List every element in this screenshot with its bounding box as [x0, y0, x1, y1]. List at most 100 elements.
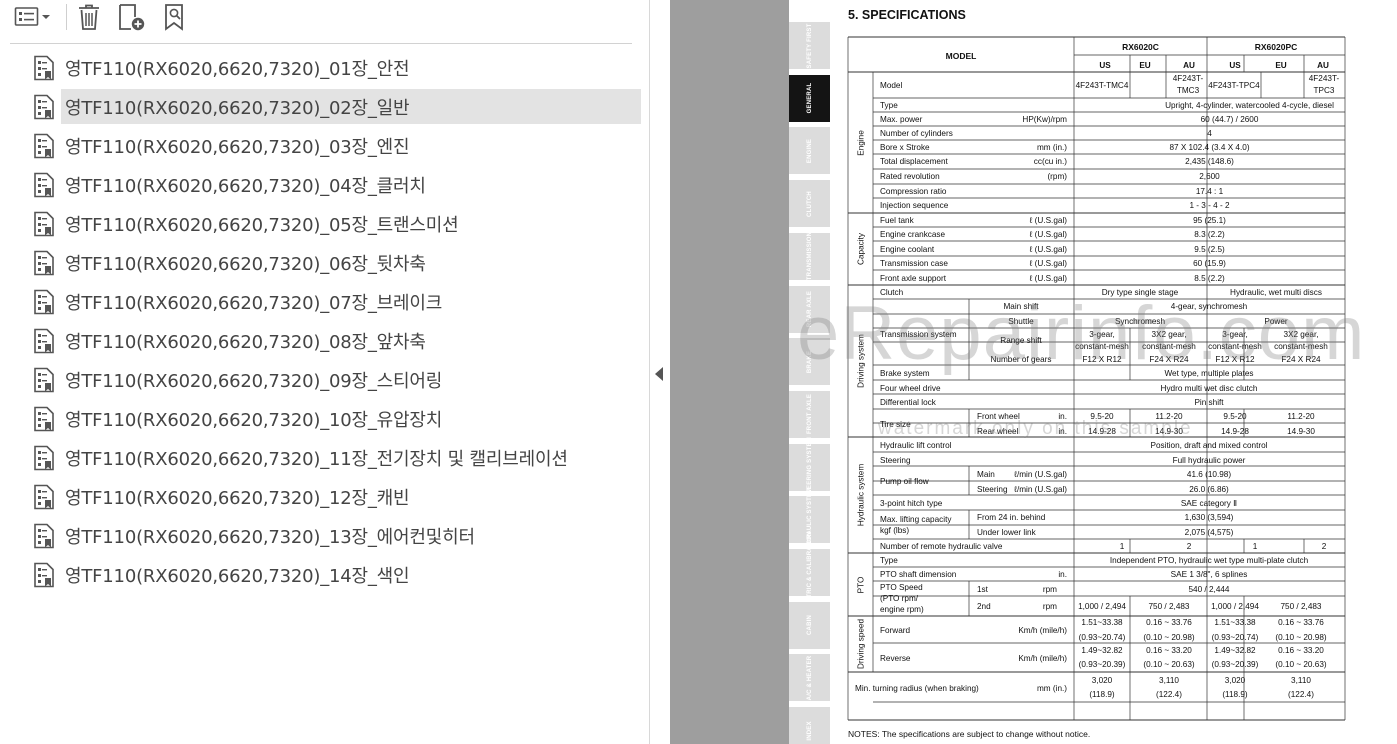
bookmark-item[interactable]: 영TF110(RX6020,6620,7320)_06장_뒷차축 — [30, 245, 641, 280]
table-cell-text: Engine coolant — [880, 245, 935, 254]
bookmark-page-icon — [34, 367, 54, 392]
table-cell-text: Pump oil flow — [880, 477, 929, 486]
table-cell-text: rpm — [1043, 602, 1057, 611]
table-cell-text: 9.5-20 — [1223, 412, 1247, 421]
bookmark-label: 영TF110(RX6020,6620,7320)_03장_엔진 — [65, 136, 410, 158]
bookmark-label: 영TF110(RX6020,6620,7320)_07장_브레이크 — [65, 292, 443, 314]
table-cell-text: Engine crankcase — [880, 230, 946, 239]
table-cell-text: From 24 in. behind — [977, 513, 1046, 522]
table-cell-text: ℓ (U.S.gal) — [1029, 259, 1067, 268]
bookmark-label: 영TF110(RX6020,6620,7320)_04장_클러치 — [65, 175, 426, 197]
bookmark-item[interactable]: 영TF110(RX6020,6620,7320)_01장_안전 — [30, 50, 641, 85]
table-cell-text: 1,630 (3,594) — [1185, 513, 1234, 522]
table-cell-text: 1 - 3 - 4 - 2 — [1189, 201, 1229, 210]
bookmark-item[interactable]: 영TF110(RX6020,6620,7320)_12장_캐빈 — [30, 479, 641, 514]
bookmark-page-icon — [34, 562, 54, 587]
table-cell-text: PTO Speed — [880, 583, 923, 592]
table-cell-text: Capacity — [857, 232, 866, 265]
table-cell-text: Reverse — [880, 654, 911, 663]
bookmark-item[interactable]: 영TF110(RX6020,6620,7320)_08장_앞차축 — [30, 323, 641, 358]
delete-bookmark-button[interactable] — [76, 2, 104, 32]
bookmarks-toolbar — [10, 0, 632, 44]
table-cell-text: (0.93~20.39) — [1079, 660, 1126, 669]
table-cell-text: EU — [1275, 61, 1286, 70]
table-cell-text: US — [1229, 61, 1241, 70]
table-cell-text: ℓ (U.S.gal) — [1029, 216, 1067, 225]
bookmark-label: 영TF110(RX6020,6620,7320)_06장_뒷차축 — [65, 253, 426, 275]
table-cell-text: 2 — [1187, 542, 1192, 551]
bookmark-item[interactable]: 영TF110(RX6020,6620,7320)_14장_색인 — [30, 557, 641, 592]
table-cell-text: EU — [1139, 61, 1150, 70]
table-cell-text: Steering — [977, 485, 1008, 494]
table-cell-text: 3-point hitch type — [880, 499, 943, 508]
page-notes: NOTES: The specifications are subject to… — [848, 729, 1091, 739]
table-cell-text: 2 — [1322, 542, 1327, 551]
table-cell-text: 750 / 2,483 — [1281, 602, 1322, 611]
table-cell-text: AU — [1183, 61, 1195, 70]
bookmark-label: 영TF110(RX6020,6620,7320)_11장_전기장치 및 캘리브레… — [65, 448, 568, 470]
table-cell-text: kgf (lbs) — [880, 526, 909, 535]
bookmark-page-icon — [34, 133, 54, 158]
table-cell-text: ℓ (U.S.gal) — [1029, 230, 1067, 239]
table-cell-text: (118.9) — [1222, 690, 1248, 699]
bookmarks-panel: 영TF110(RX6020,6620,7320)_01장_안전영TF110(RX… — [0, 0, 650, 744]
table-cell-text: PTO shaft dimension — [880, 570, 957, 579]
table-cell-text: 1.49~32.82 — [1214, 646, 1256, 655]
table-cell-text: 2,075 (4,575) — [1185, 528, 1234, 537]
table-cell-text: Upright, 4-cylinder, watercooled 4-cycle… — [1165, 101, 1334, 110]
table-cell-text: Driving speed — [857, 619, 866, 670]
table-cell-text: TMC3 — [1177, 86, 1200, 95]
table-cell-text: RX6020C — [1122, 42, 1159, 52]
bookmark-page-icon — [34, 211, 54, 236]
options-menu-button[interactable] — [14, 2, 56, 32]
table-cell-text: (0.93~20.74) — [1079, 633, 1126, 642]
table-cell-text: Under lower link — [977, 528, 1037, 537]
table-cell-text: RX6020PC — [1255, 42, 1298, 52]
find-bookmark-button[interactable] — [162, 2, 192, 32]
table-cell-text: 9.5 (2.5) — [1194, 245, 1225, 254]
table-cell-text: 4F243T- — [1309, 74, 1340, 83]
bookmark-page-icon — [34, 523, 54, 548]
bookmark-item[interactable]: 영TF110(RX6020,6620,7320)_11장_전기장치 및 캘리브레… — [30, 440, 641, 475]
panel-splitter[interactable] — [650, 0, 670, 744]
table-cell-text: mm (in.) — [1037, 143, 1067, 152]
bookmark-item[interactable]: 영TF110(RX6020,6620,7320)_07장_브레이크 — [30, 284, 641, 319]
table-cell-text: Four wheel drive — [880, 384, 941, 393]
pdf-viewer: 영TF110(RX6020,6620,7320)_01장_안전영TF110(RX… — [0, 0, 1397, 744]
table-cell-text: cc(cu in.) — [1034, 157, 1067, 166]
table-cell-text: 540 / 2,444 — [1189, 585, 1230, 594]
table-cell-text: (0.10 ~ 20.63) — [1275, 660, 1326, 669]
bookmark-item[interactable]: 영TF110(RX6020,6620,7320)_02장_일반 — [30, 89, 641, 124]
bookmark-page-icon — [34, 328, 54, 353]
table-cell-text: ℓ/min (U.S.gal) — [1013, 485, 1067, 494]
new-bookmark-button[interactable] — [116, 2, 148, 32]
bookmark-page-icon — [34, 445, 54, 470]
watermark: eRepairinfo.com — [797, 291, 1366, 376]
table-cell-text: 4F243T-TMC4 — [1076, 81, 1129, 90]
table-cell-text: ℓ (U.S.gal) — [1029, 274, 1067, 283]
trash-icon — [79, 4, 99, 30]
table-cell-text: US — [1099, 61, 1111, 70]
table-cell-text: 8.3 (2.2) — [1194, 230, 1225, 239]
bookmark-item[interactable]: 영TF110(RX6020,6620,7320)_09장_스티어링 — [30, 362, 641, 397]
table-cell-text: HP(Kw)/rpm — [1022, 115, 1067, 124]
table-cell-text: Differential lock — [880, 398, 937, 407]
table-cell-text: SAE category Ⅱ — [1181, 499, 1237, 508]
bookmark-item[interactable]: 영TF110(RX6020,6620,7320)_05장_트랜스미션 — [30, 206, 641, 241]
bookmark-label: 영TF110(RX6020,6620,7320)_13장_에어컨및히터 — [65, 526, 475, 548]
bookmark-item[interactable]: 영TF110(RX6020,6620,7320)_10장_유압장치 — [30, 401, 641, 436]
table-cell-text: 87 X 102.4 (3.4 X 4.0) — [1169, 143, 1249, 152]
table-cell-text: (0.93~20.39) — [1212, 660, 1259, 669]
bookmark-item[interactable]: 영TF110(RX6020,6620,7320)_03장_엔진 — [30, 128, 641, 163]
table-cell-text: 1st — [977, 585, 989, 594]
find-bookmark-icon — [165, 4, 183, 31]
table-cell-text: (0.10 ~ 20.98) — [1143, 633, 1194, 642]
table-cell-text: 3,110 — [1291, 676, 1311, 685]
watermark-caption: watermark only on this sample — [878, 418, 1193, 439]
collapse-left-icon[interactable] — [655, 367, 663, 381]
bookmark-item[interactable]: 영TF110(RX6020,6620,7320)_13장_에어컨및히터 — [30, 518, 641, 553]
table-cell-text: ℓ/min (U.S.gal) — [1013, 470, 1067, 479]
bookmark-item[interactable]: 영TF110(RX6020,6620,7320)_04장_클러치 — [30, 167, 641, 202]
table-cell-text: Forward — [880, 626, 910, 635]
table-cell-text: Full hydraulic power — [1173, 456, 1246, 465]
